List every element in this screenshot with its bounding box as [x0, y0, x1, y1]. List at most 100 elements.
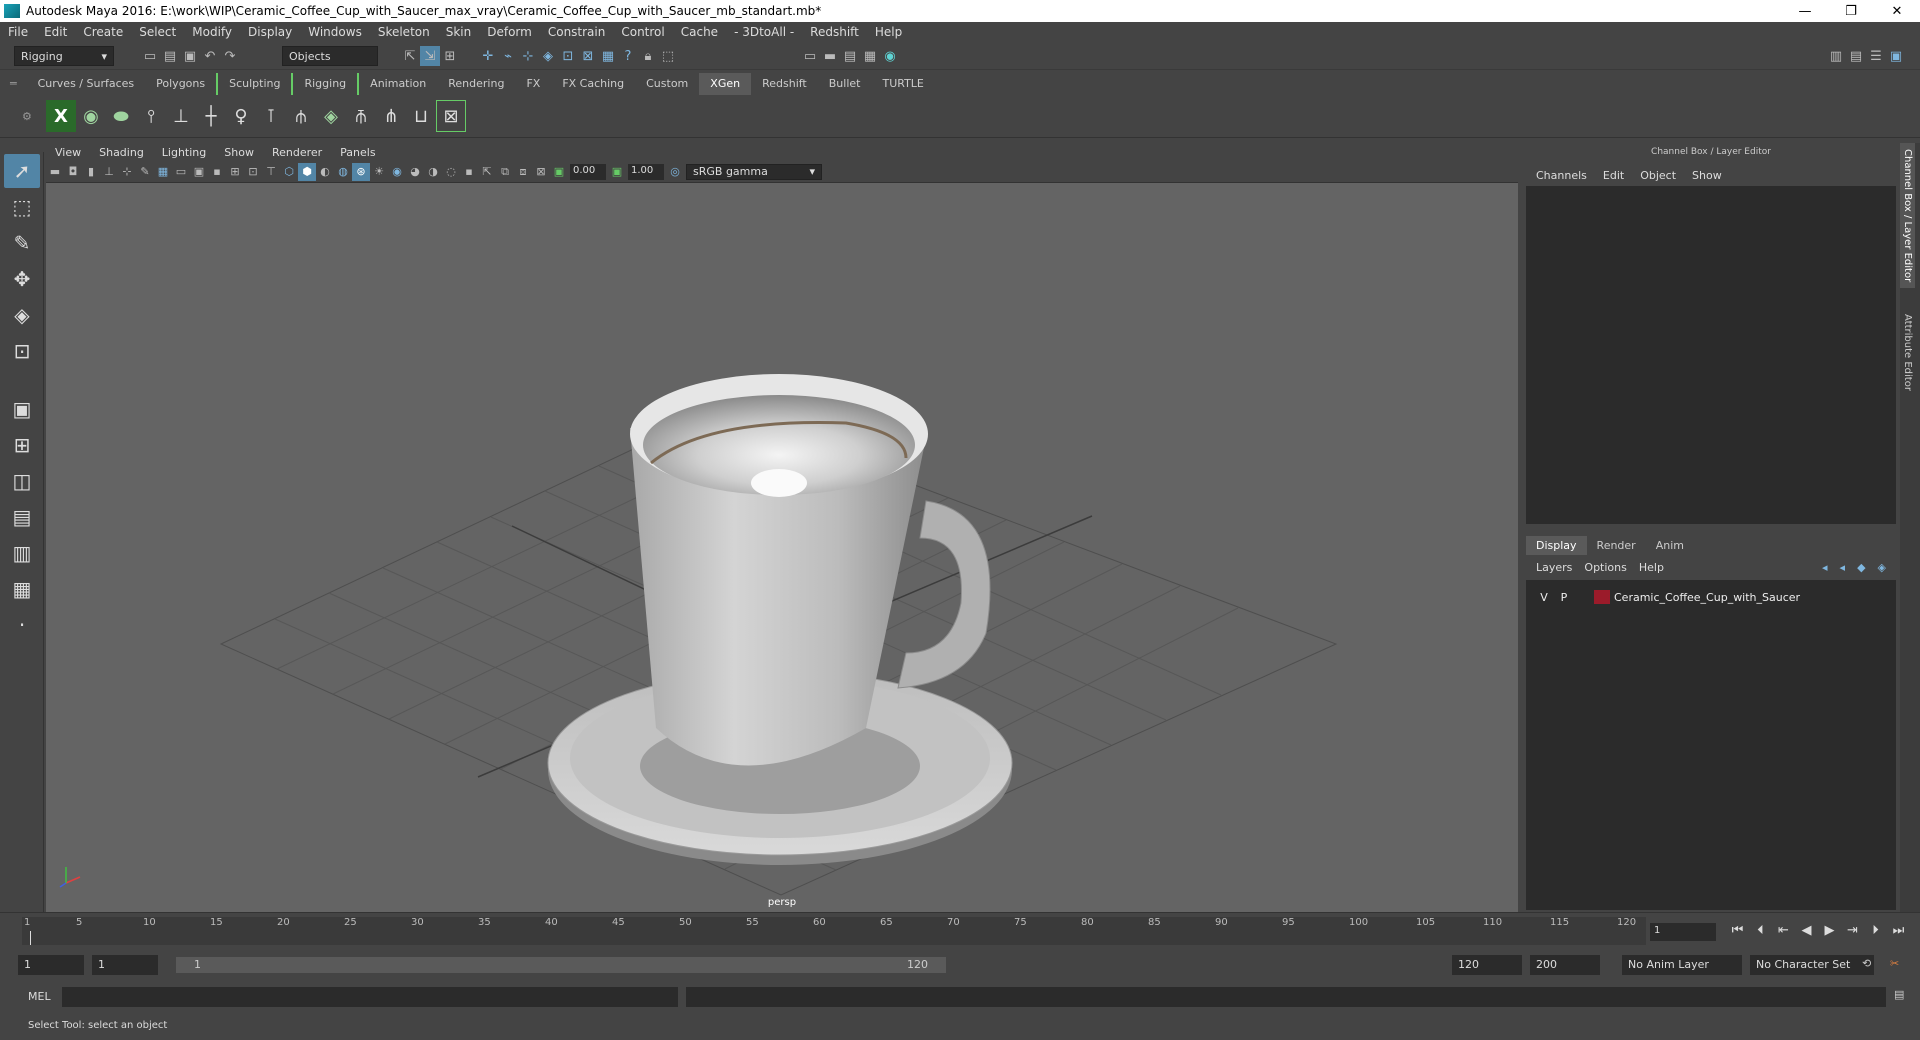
lights-icon[interactable]: ⊛ — [352, 162, 370, 181]
viewport-menu-renderer[interactable]: Renderer — [263, 146, 331, 159]
ipr-render-icon[interactable]: ▤ — [840, 46, 860, 66]
render-settings-icon[interactable]: ▦ — [860, 46, 880, 66]
gate-mask-icon[interactable]: ▪ — [208, 163, 226, 181]
options-menu[interactable]: Options — [1578, 561, 1632, 574]
menu-modify[interactable]: Modify — [184, 25, 240, 39]
edit-menu[interactable]: Edit — [1595, 169, 1632, 182]
menu-edit[interactable]: Edit — [36, 25, 75, 39]
menu-skeleton[interactable]: Skeleton — [370, 25, 438, 39]
menu-create[interactable]: Create — [75, 25, 131, 39]
exposure-icon[interactable]: ▣ — [550, 163, 568, 181]
menu-control[interactable]: Control — [613, 25, 672, 39]
save-scene-icon[interactable]: ▣ — [180, 46, 200, 66]
selection-mode-dropdown[interactable]: Objects — [282, 46, 378, 66]
ambient-occlusion-icon[interactable]: ◉ — [388, 163, 406, 181]
rotate-tool-icon[interactable]: ◈ — [4, 298, 40, 332]
viewport-menu-view[interactable]: View — [46, 146, 90, 159]
script-editor-icon[interactable]: ▤ — [1894, 988, 1904, 1001]
range-slider[interactable]: 1 120 — [176, 957, 946, 973]
minimize-button[interactable]: — — [1782, 0, 1828, 22]
tab-display[interactable]: Display — [1526, 536, 1587, 555]
redo-icon[interactable]: ↷ — [220, 46, 240, 66]
shelf-tab-redshift[interactable]: Redshift — [751, 73, 818, 95]
safe-action-icon[interactable]: ⊡ — [244, 163, 262, 181]
grease-pencil-icon[interactable]: ✎ — [136, 163, 154, 181]
viewport-menu-show[interactable]: Show — [215, 146, 263, 159]
lasso-tool-icon[interactable]: ⬚ — [4, 190, 40, 224]
playback-start-field[interactable]: 1 — [92, 955, 158, 975]
2d-pan-zoom-icon[interactable]: ⊹ — [118, 163, 136, 181]
safe-title-icon[interactable]: ⊤ — [262, 163, 280, 181]
xgen-guide-plus-icon[interactable]: ┼ — [196, 100, 226, 132]
shelf-menu-icon[interactable]: ═ — [0, 73, 27, 95]
menu-skin[interactable]: Skin — [438, 25, 480, 39]
side-by-side-layout-icon[interactable]: ◫ — [4, 464, 40, 498]
shelf-tab-curves-surfaces[interactable]: Curves / Surfaces — [27, 73, 146, 95]
shelf-tab-polygons[interactable]: Polygons — [145, 73, 216, 95]
play-forwards-icon[interactable]: ▶ — [1818, 923, 1841, 938]
four-view-layout-icon[interactable]: ⊞ — [4, 428, 40, 462]
single-view-layout-icon[interactable]: ▣ — [4, 392, 40, 426]
shelf-tab-fx-caching[interactable]: FX Caching — [551, 73, 635, 95]
playback-end-field[interactable]: 120 — [1452, 955, 1522, 975]
select-object-icon[interactable]: ⇲ — [420, 46, 440, 66]
xgen-delete-icon[interactable]: ⊠ — [436, 100, 466, 132]
shelf-tab-turtle[interactable]: TURTLE — [871, 73, 934, 95]
close-button[interactable]: ✕ — [1874, 0, 1920, 22]
xgen-guide-lock-icon[interactable]: ⊺ — [256, 100, 286, 132]
layer-playback-toggle[interactable]: P — [1554, 591, 1574, 604]
resolution-gate-icon[interactable]: ▣ — [190, 163, 208, 181]
xgen-guide-sculpt-icon[interactable]: ♀ — [226, 100, 256, 132]
wireframe-on-shaded-icon[interactable]: ◐ — [316, 163, 334, 181]
lock-icon[interactable]: 🔒︎ — [638, 46, 658, 66]
outliner-toggle-icon[interactable]: ☰ — [1866, 46, 1886, 66]
new-scene-icon[interactable]: ▭ — [140, 46, 160, 66]
current-frame-field[interactable]: 1 — [1650, 923, 1716, 941]
layout-icon[interactable]: ▤ — [1846, 46, 1866, 66]
snap-plane-icon[interactable]: ⊠ — [578, 46, 598, 66]
isolate-select-icon[interactable]: ▪ — [460, 163, 478, 181]
scale-tool-icon[interactable]: ⊡ — [4, 334, 40, 368]
layers-menu[interactable]: Layers — [1530, 561, 1578, 574]
time-slider-track[interactable]: 1 5 10 15 20 25 30 35 40 45 50 55 60 65 … — [22, 917, 1646, 945]
snap-curve-icon[interactable]: ⌁ — [498, 46, 518, 66]
xgen-add-guide-icon[interactable]: ⫯ — [136, 100, 166, 132]
shelf-settings-icon[interactable]: ⚙ — [22, 110, 32, 123]
layer-visibility-toggle[interactable]: V — [1534, 591, 1554, 604]
shelf-tab-fx[interactable]: FX — [515, 73, 551, 95]
menu-help[interactable]: Help — [867, 25, 910, 39]
channels-menu[interactable]: Channels — [1528, 169, 1595, 182]
select-component-icon[interactable]: ⊞ — [440, 46, 460, 66]
gamma-icon[interactable]: ▣ — [608, 163, 626, 181]
shelf-tab-sculpting[interactable]: Sculpting — [216, 73, 291, 95]
tab-channel-box-layer-editor[interactable]: Channel Box / Layer Editor — [1900, 143, 1915, 289]
restore-button[interactable]: ❐ — [1828, 0, 1874, 22]
move-layer-down-icon[interactable]: ◂ — [1834, 561, 1852, 574]
anim-layer-dropdown[interactable]: No Anim Layer — [1622, 955, 1742, 975]
gamma-field[interactable]: 1.00 — [628, 163, 664, 180]
graph-layout-icon[interactable]: ▥ — [4, 536, 40, 570]
undo-icon[interactable]: ↶ — [200, 46, 220, 66]
more-layouts-icon[interactable]: · — [4, 608, 40, 642]
end-time-field[interactable]: 200 — [1530, 955, 1600, 975]
hypershade-icon[interactable]: ◉ — [880, 46, 900, 66]
color-space-dropdown[interactable]: sRGB gamma ▾ — [686, 163, 822, 180]
outliner-layout-icon[interactable]: ▤ — [4, 500, 40, 534]
menu-select[interactable]: Select — [131, 25, 184, 39]
field-chart-icon[interactable]: ⊞ — [226, 163, 244, 181]
step-forward-key-icon[interactable]: ⇥ — [1841, 923, 1864, 938]
xgen-cut-icon[interactable]: ⊔ — [406, 100, 436, 132]
command-input[interactable] — [62, 987, 678, 1007]
viewport-menu-lighting[interactable]: Lighting — [153, 146, 215, 159]
shelf-tab-custom[interactable]: Custom — [635, 73, 699, 95]
xgen-groom-icon[interactable]: ⋔ — [376, 100, 406, 132]
perspective-viewport[interactable]: persp — [46, 183, 1518, 912]
menu-set-dropdown[interactable]: Rigging ▾ — [14, 46, 114, 66]
command-language-label[interactable]: MEL — [28, 990, 51, 1003]
show-menu[interactable]: Show — [1684, 169, 1730, 182]
current-time-marker[interactable] — [30, 931, 31, 945]
color-management-icon[interactable]: ◎ — [666, 163, 684, 181]
hypershade-layout-icon[interactable]: ▦ — [4, 572, 40, 606]
object-menu[interactable]: Object — [1632, 169, 1684, 182]
auto-key-icon[interactable]: ⟲ — [1862, 957, 1871, 970]
